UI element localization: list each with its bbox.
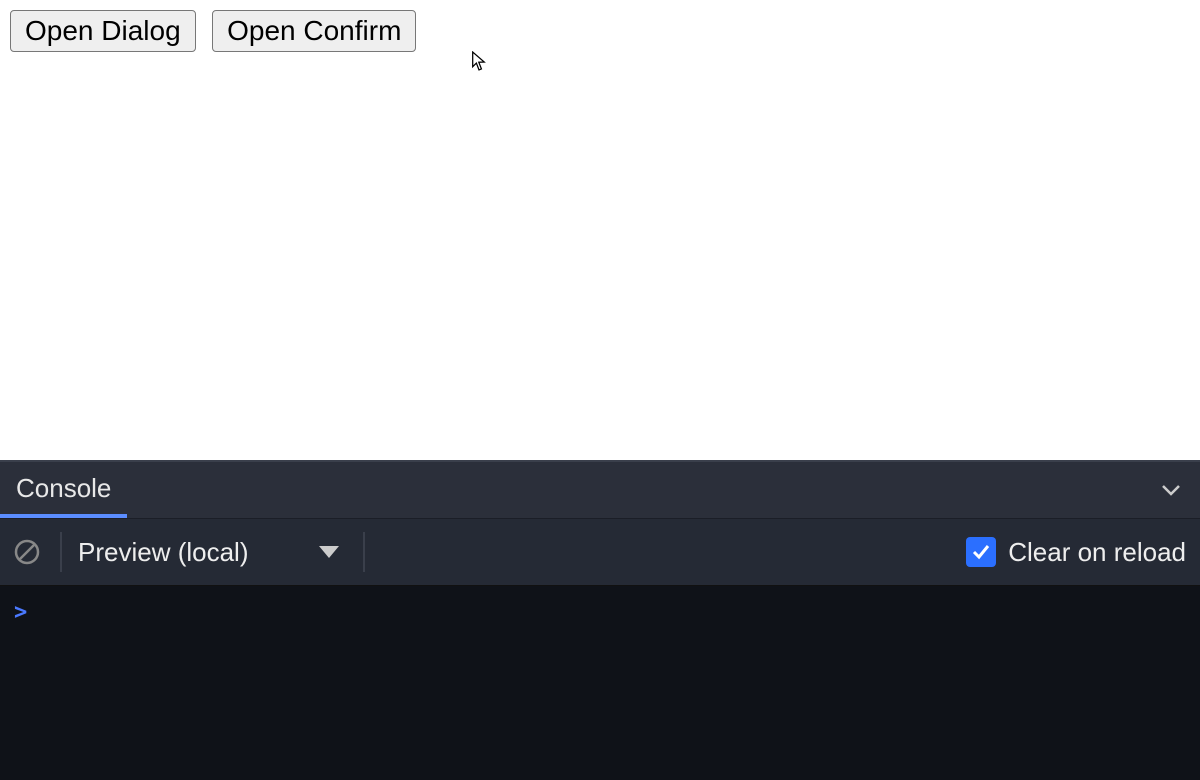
devtools-tabbar: Console	[0, 460, 1200, 518]
page-body: Open Dialog Open Confirm	[0, 0, 1200, 460]
mouse-cursor-icon	[471, 51, 487, 72]
context-selector-label: Preview (local)	[78, 537, 249, 568]
console-toolbar: Preview (local) Clear on reload	[0, 518, 1200, 586]
toolbar-separator	[60, 532, 62, 572]
devtools-panel: Console Preview (local) Clear on reloa	[0, 460, 1200, 780]
chevron-down-icon	[1159, 478, 1183, 502]
clear-on-reload-label: Clear on reload	[1008, 537, 1186, 568]
collapse-panel-button[interactable]	[1156, 475, 1186, 505]
checkmark-icon	[971, 542, 991, 562]
tab-console[interactable]: Console	[0, 462, 127, 518]
dropdown-icon	[319, 546, 339, 558]
open-dialog-button[interactable]: Open Dialog	[10, 10, 196, 52]
context-selector[interactable]: Preview (local)	[78, 537, 339, 568]
open-confirm-button[interactable]: Open Confirm	[212, 10, 416, 52]
tab-console-label: Console	[16, 473, 111, 504]
clear-console-button[interactable]	[10, 535, 44, 569]
clear-on-reload-checkbox[interactable]	[966, 537, 996, 567]
console-output[interactable]: >	[0, 586, 1200, 780]
console-prompt-icon: >	[14, 600, 27, 625]
clear-icon	[13, 538, 41, 566]
toolbar-separator	[363, 532, 365, 572]
